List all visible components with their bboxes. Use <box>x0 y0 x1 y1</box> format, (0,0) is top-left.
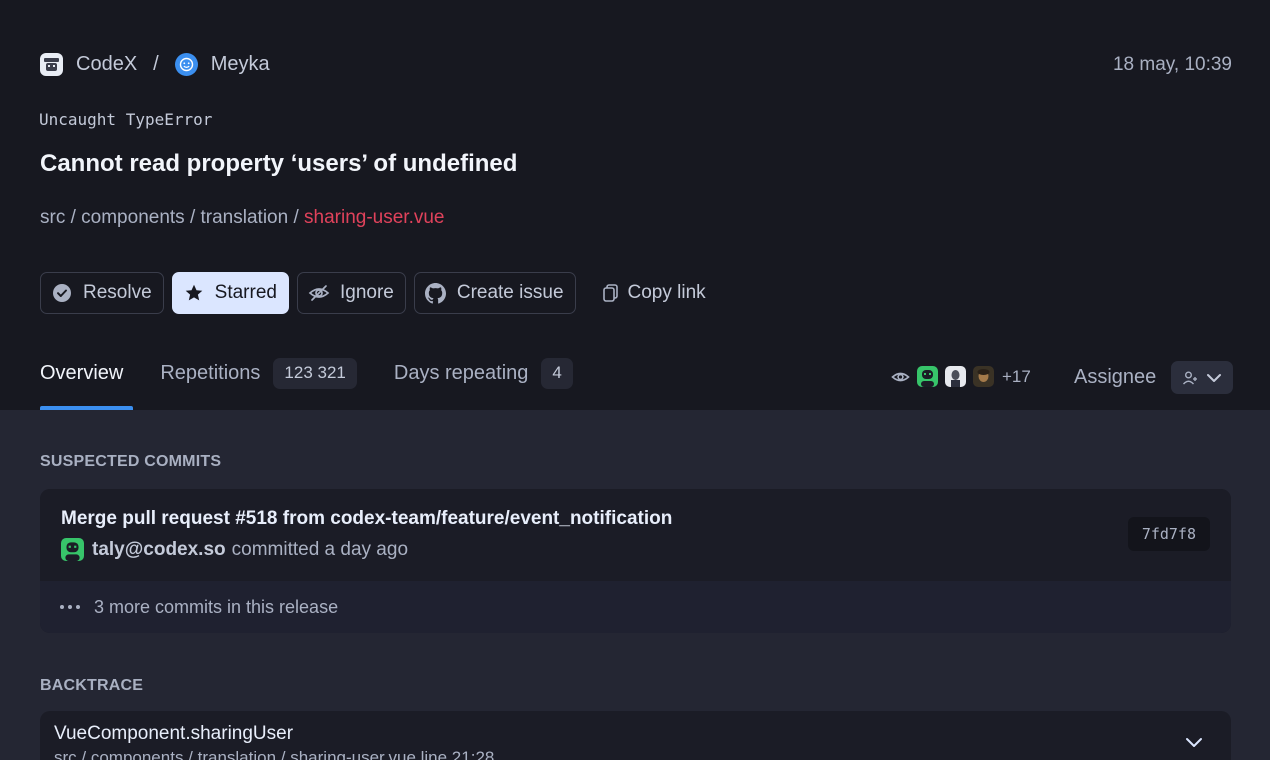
github-icon <box>425 282 447 304</box>
active-tab-indicator <box>40 406 133 410</box>
days-repeating-count-badge: 4 <box>541 357 573 389</box>
commit-meta: taly@codex.so committed a day ago <box>61 538 408 561</box>
frame-function: VueComponent.sharingUser <box>54 723 294 744</box>
event-viewers[interactable]: +17 <box>891 366 1031 387</box>
project-link[interactable]: Meyka <box>211 53 270 76</box>
resolve-button[interactable]: Resolve <box>40 272 164 314</box>
create-issue-label: Create issue <box>456 282 564 303</box>
commit-time: committed a day ago <box>231 538 409 560</box>
commit-item[interactable]: Merge pull request #518 from codex-team/… <box>40 489 1231 578</box>
event-datetime: 18 may, 10:39 <box>1112 54 1232 75</box>
ignore-button[interactable]: Ignore <box>296 272 406 314</box>
tab-overview-label: Overview <box>40 361 124 384</box>
commit-author[interactable]: taly@codex.so <box>92 539 226 561</box>
more-commits-button[interactable]: 3 more commits in this release <box>40 581 1231 633</box>
ignore-label: Ignore <box>339 282 394 303</box>
event-actions: Resolve Starred Ignore Create issue Copy… <box>40 272 725 314</box>
copy-icon <box>600 282 622 304</box>
copy-link-label: Copy link <box>627 282 706 303</box>
path-prefix: src / components / translation / <box>40 207 305 228</box>
viewer-avatar <box>917 366 938 387</box>
resolve-label: Resolve <box>83 282 152 303</box>
copy-link-button[interactable]: Copy link <box>584 272 717 314</box>
eye-off-icon <box>308 282 330 304</box>
backtrace-heading: BACKTRACE <box>40 677 144 694</box>
tab-repetitions[interactable]: Repetitions 123 321 <box>160 355 357 391</box>
create-issue-button[interactable]: Create issue <box>413 272 576 314</box>
more-commits-label: 3 more commits in this release <box>94 596 339 617</box>
breadcrumb-separator: / <box>153 53 159 75</box>
chevron-down-icon <box>1206 373 1222 383</box>
starred-button[interactable]: Starred <box>171 272 289 314</box>
error-type: Uncaught TypeError <box>39 110 213 129</box>
meyka-project-icon[interactable] <box>174 53 198 76</box>
starred-label: Starred <box>214 282 277 303</box>
chevron-down-icon[interactable] <box>1185 735 1203 753</box>
author-avatar <box>61 538 84 561</box>
viewer-avatar <box>945 366 966 387</box>
error-file-path: src / components / translation / sharing… <box>40 207 444 229</box>
more-viewers-count: +17 <box>1002 366 1031 386</box>
path-file[interactable]: sharing-user.vue <box>304 207 444 228</box>
assignee-dropdown[interactable] <box>1171 361 1233 394</box>
add-user-icon <box>1182 370 1198 386</box>
star-icon <box>183 282 205 304</box>
codex-workspace-icon[interactable] <box>40 53 63 76</box>
breadcrumb: CodeX / Meyka <box>40 53 270 76</box>
suspected-commits-card: Merge pull request #518 from codex-team/… <box>40 489 1231 633</box>
repetitions-count-badge: 123 321 <box>273 357 357 389</box>
tab-overview[interactable]: Overview <box>40 355 123 391</box>
commit-message: Merge pull request #518 from codex-team/… <box>61 508 673 529</box>
tab-repetitions-label: Repetitions <box>160 361 261 384</box>
eye-icon <box>891 370 910 384</box>
workspace-link[interactable]: CodeX <box>76 53 137 76</box>
commit-hash[interactable]: 7fd7f8 <box>1127 517 1210 551</box>
more-dots-icon <box>60 605 80 609</box>
assignee-label: Assignee <box>1074 366 1157 388</box>
viewer-avatar <box>973 366 994 387</box>
tab-days-repeating-label: Days repeating <box>393 361 529 384</box>
event-tabs: Overview Repetitions 123 321 Days repeat… <box>40 355 610 391</box>
backtrace-frame[interactable]: VueComponent.sharingUser src / component… <box>40 711 1231 760</box>
frame-location: src / components / translation / sharing… <box>54 748 495 760</box>
tab-days-repeating[interactable]: Days repeating 4 <box>394 355 573 391</box>
error-title: Cannot read property ‘users’ of undefine… <box>40 150 518 177</box>
check-circle-icon <box>51 282 73 304</box>
suspected-commits-heading: SUSPECTED COMMITS <box>40 453 222 470</box>
